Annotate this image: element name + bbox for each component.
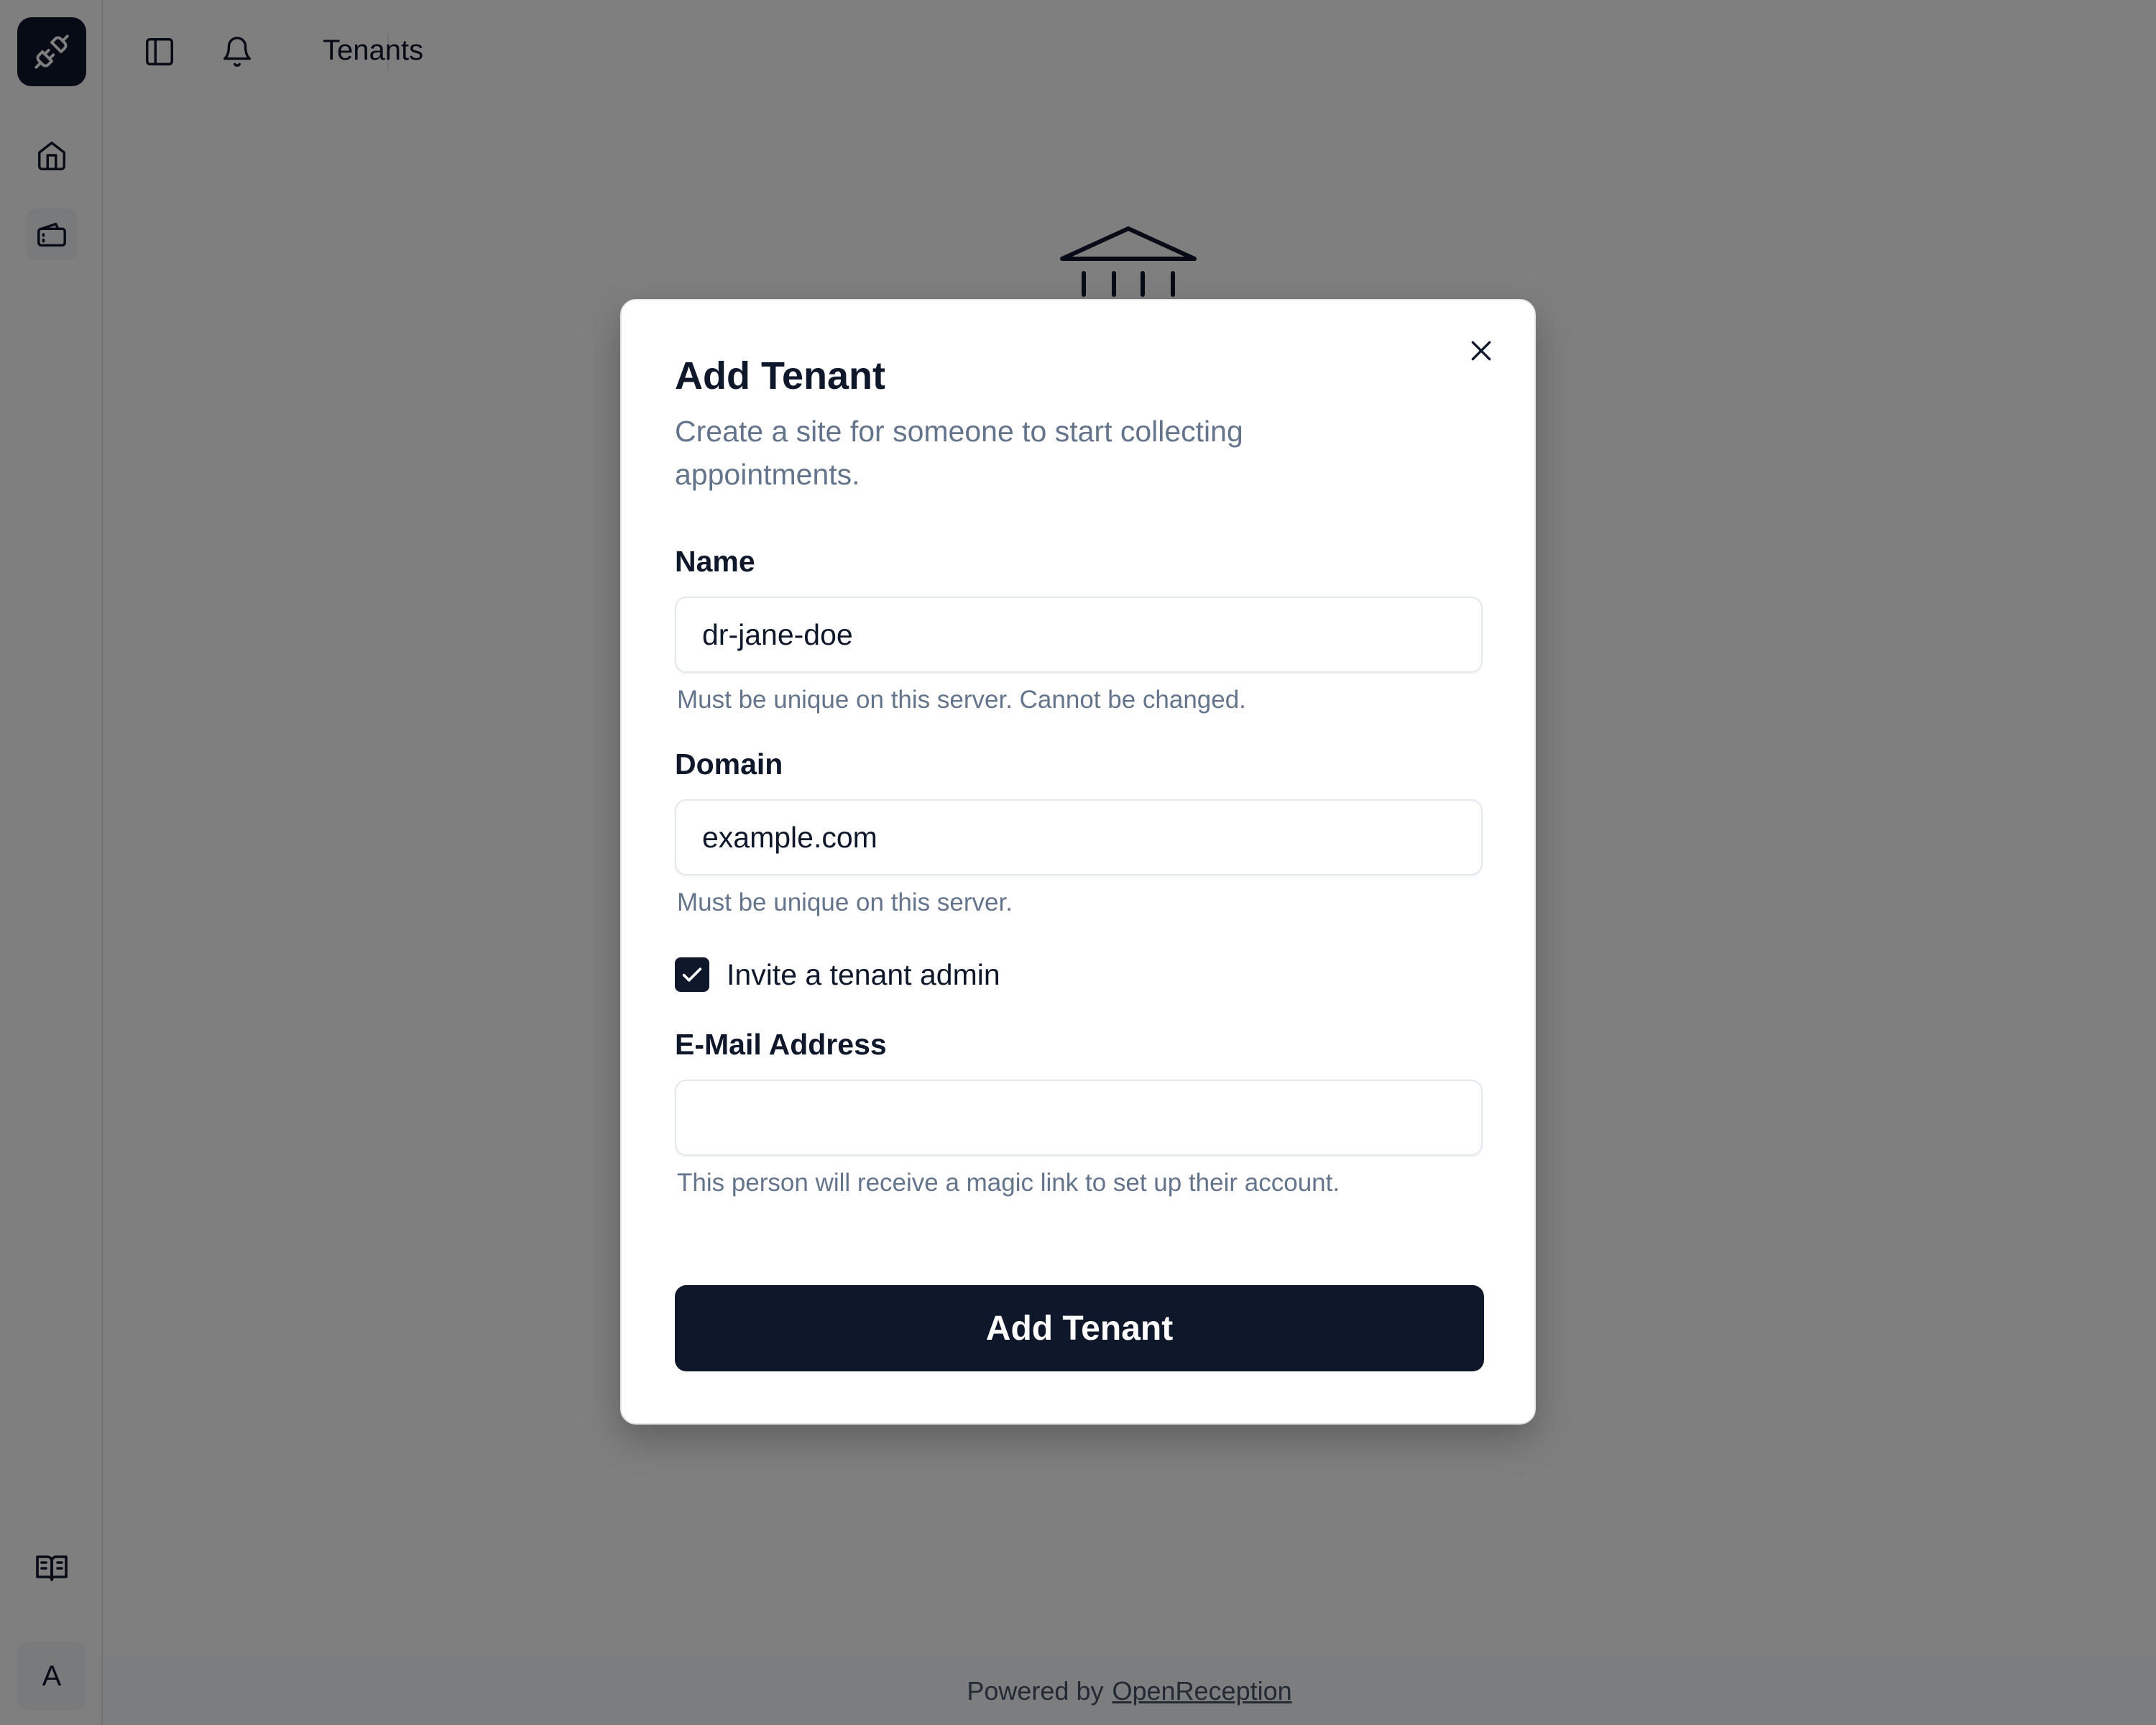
email-label: E-Mail Address xyxy=(675,1028,887,1061)
invite-admin-label[interactable]: Invite a tenant admin xyxy=(727,958,1000,992)
domain-label: Domain xyxy=(675,748,783,781)
add-tenant-button[interactable]: Add Tenant xyxy=(675,1285,1484,1371)
email-hint: This person will receive a magic link to… xyxy=(677,1169,1340,1197)
name-hint: Must be unique on this server. Cannot be… xyxy=(677,686,1246,714)
invite-admin-checkbox[interactable] xyxy=(675,957,709,992)
add-tenant-dialog: Add Tenant Create a site for someone to … xyxy=(620,299,1536,1425)
close-button[interactable] xyxy=(1461,331,1501,371)
dialog-title: Add Tenant xyxy=(675,354,885,397)
dialog-description: Create a site for someone to start colle… xyxy=(675,415,1243,491)
email-input[interactable] xyxy=(675,1080,1483,1156)
name-input[interactable] xyxy=(675,597,1483,673)
name-label: Name xyxy=(675,545,755,578)
close-icon xyxy=(1471,341,1491,361)
check-icon xyxy=(682,967,702,982)
domain-hint: Must be unique on this server. xyxy=(677,888,1013,916)
domain-input[interactable] xyxy=(675,799,1483,875)
